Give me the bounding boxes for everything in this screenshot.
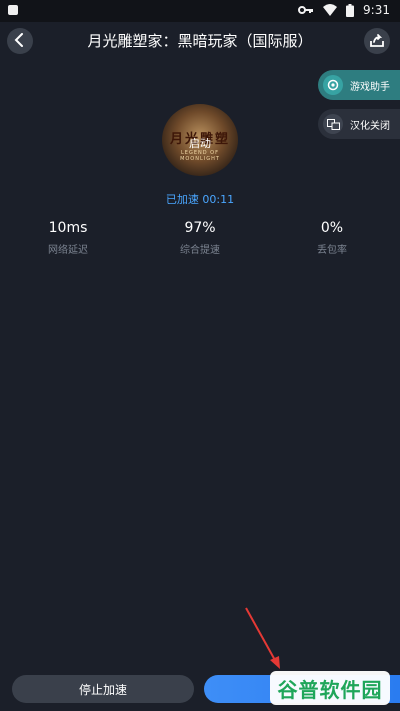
status-icons: 9:31 — [298, 3, 390, 17]
assistant-icon — [323, 75, 343, 95]
translate-icon — [323, 114, 343, 134]
share-button[interactable] — [364, 28, 390, 54]
game-assistant-label: 游戏助手 — [350, 81, 390, 93]
stats-row: 10ms 网络延迟 97% 综合提速 0% 丢包率 — [0, 220, 400, 264]
game-logo-subtitle: LEGEND OF MOONLIGHT — [180, 150, 220, 162]
bottom-bar: 停止加速 谷普软件园 — [0, 668, 400, 711]
acceleration-status: 已加速 00:11 — [165, 193, 235, 206]
stop-acceleration-button[interactable]: 停止加速 — [12, 675, 194, 703]
battery-icon — [346, 3, 355, 17]
speedup-value: 97% — [184, 220, 216, 236]
translation-toggle[interactable]: 汉化关闭 — [318, 109, 400, 139]
clock-time: 9:31 — [363, 3, 390, 17]
watermark-logo: 谷普软件园 — [270, 671, 390, 705]
share-icon — [370, 32, 384, 51]
red-arrow-annotation — [245, 607, 280, 669]
status-bar: 9:31 — [0, 0, 400, 22]
notification-icon — [8, 5, 18, 15]
game-logo[interactable]: 月光雕塑 启动 LEGEND OF MOONLIGHT — [162, 104, 238, 176]
packet-loss-stat: 0% 丢包率 — [272, 220, 392, 256]
game-assistant-button[interactable]: 游戏助手 — [318, 70, 400, 100]
latency-value: 10ms — [48, 220, 88, 236]
packet-loss-label: 丢包率 — [317, 245, 347, 256]
page-title: 月光雕塑家：黑暗玩家（国际服） — [87, 32, 313, 50]
key-icon — [298, 5, 314, 15]
packet-loss-value: 0% — [320, 220, 344, 236]
latency-label: 网络延迟 — [48, 245, 88, 256]
speedup-label: 综合提速 — [180, 245, 220, 256]
speedup-stat: 97% 综合提速 — [140, 220, 260, 256]
wifi-icon — [323, 4, 338, 16]
latency-stat: 10ms 网络延迟 — [8, 220, 128, 256]
translation-label: 汉化关闭 — [350, 120, 390, 132]
start-game-label: 启动 — [189, 137, 211, 150]
app-header: 月光雕塑家：黑暗玩家（国际服） — [0, 22, 400, 66]
